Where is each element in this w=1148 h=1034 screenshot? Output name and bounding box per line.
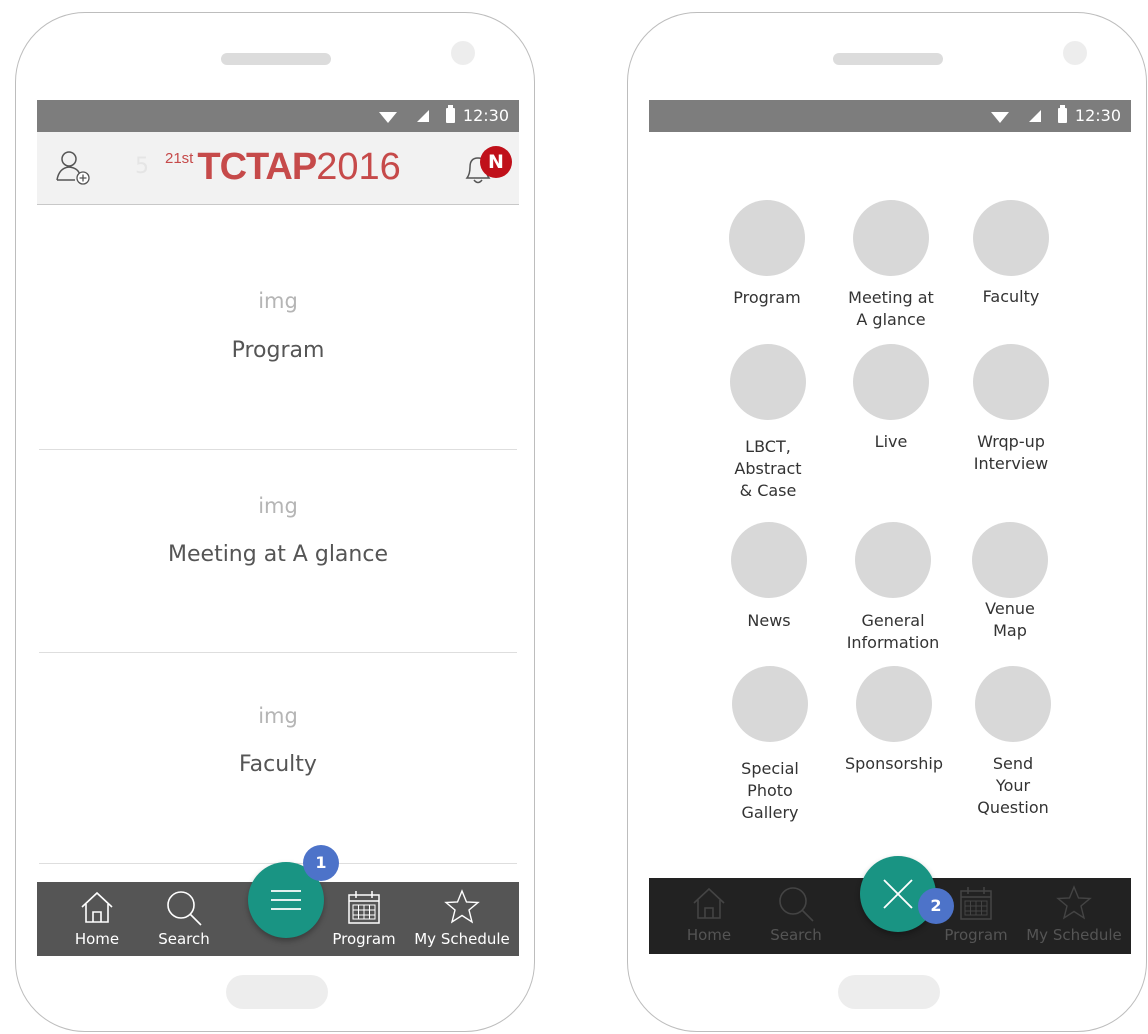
menu-item-label: Wrqp-up Interview [973,432,1049,473]
menu-item-send-your-question[interactable]: Send Your Question [948,666,1078,817]
calendar-icon [960,887,992,920]
star-icon [444,889,480,924]
menu-item-label: Sponsorship [844,754,944,773]
menu-item-icon [855,522,931,598]
nav-home[interactable]: Home [47,882,147,956]
nav-label: Search [770,926,822,944]
card-meeting-at-a-glance[interactable]: img Meeting at A glance [39,450,517,653]
phone-speaker [221,53,331,65]
signal-icon [1029,110,1041,122]
search-icon [779,887,814,922]
menu-item-icon [856,666,932,742]
menu-item-label: Meeting at A glance [848,288,934,329]
menu-item-live[interactable]: Live [826,344,956,451]
menu-item-icon [853,200,929,276]
nav-label: Program [332,930,396,948]
menu-item-icon [973,200,1049,276]
menu-item-label: Program [733,288,801,307]
menu-item-label: LBCT, Abstract & Case [734,437,802,500]
menu-item-meeting-at-a-glance[interactable]: Meeting at A glance [826,200,956,329]
logo-ordinal: 21st [165,150,194,167]
nav-program[interactable]: Program [314,882,414,956]
card-program[interactable]: img Program [39,205,517,450]
status-time: 12:30 [1074,106,1121,125]
nav-label: My Schedule [1026,926,1122,944]
home-screen: 12:30 5 21st TCTAP2016 N img Program img… [37,100,519,956]
nav-home: Home [659,878,759,952]
menu-item-wrap-up-interview[interactable]: Wrqp-up Interview [946,344,1076,473]
card-image-placeholder: img [258,289,298,313]
logo-year: 2016 [316,146,401,188]
app-header: 5 21st TCTAP2016 N [37,132,519,205]
menu-item-icon [730,344,806,420]
star-icon [1056,885,1092,920]
card-label: Meeting at A glance [168,542,388,567]
menu-item-icon [853,344,929,420]
menu-item-special-photo-gallery[interactable]: Special Photo Gallery [705,666,835,822]
nav-label: Search [158,930,210,948]
card-label: Program [231,338,325,363]
nav-my-schedule: My Schedule [1021,878,1127,952]
menu-item-label: Venue Map [985,599,1035,640]
phone-camera [451,41,475,65]
signal-icon [417,110,429,122]
menu-item-icon [731,522,807,598]
menu-item-label: Send Your Question [977,754,1049,817]
step-badge: 2 [918,888,954,924]
notification-badge: N [480,146,512,178]
menu-item-label: Live [874,432,908,451]
menu-item-label: News [747,611,791,630]
nav-label: Home [74,930,120,948]
status-bar: 12:30 [37,100,519,132]
card-image-placeholder: img [258,704,298,728]
menu-item-sponsorship[interactable]: Sponsorship [829,666,959,773]
battery-icon [446,105,455,123]
phone-home-button[interactable] [838,975,940,1009]
nav-label: My Schedule [414,930,510,948]
menu-item-label: Faculty [982,287,1040,306]
menu-item-icon [975,666,1051,742]
battery-icon [1058,105,1067,123]
step-badge: 1 [303,845,339,881]
nav-my-schedule[interactable]: My Schedule [409,882,515,956]
menu-screen: 12:30 Program Meeting at A glance Facult… [649,100,1131,956]
app-logo: 21st TCTAP2016 [165,146,401,189]
nav-label: Home [686,926,732,944]
card-faculty[interactable]: img Faculty [39,653,517,864]
home-icon [81,891,113,923]
phone-home-button[interactable] [226,975,328,1009]
wifi-icon [991,112,1009,123]
logo-faint-mark: 5 [135,154,149,179]
menu-item-general-information[interactable]: General Information [828,522,958,652]
menu-item-icon [973,344,1049,420]
nav-search: Search [746,878,846,952]
logo-name: TCTAP [197,146,317,188]
menu-item-news[interactable]: News [704,522,834,630]
phone-frame-menu: 12:30 Program Meeting at A glance Facult… [627,12,1147,1032]
menu-item-icon [732,666,808,742]
home-icon [693,887,725,919]
nav-search[interactable]: Search [134,882,234,956]
phone-speaker [833,53,943,65]
search-icon [167,891,202,926]
phone-frame-home: 12:30 5 21st TCTAP2016 N img Program img… [15,12,535,1032]
menu-item-icon [972,522,1048,598]
menu-item-faculty[interactable]: Faculty [946,200,1076,306]
calendar-icon [348,891,380,924]
status-bar: 12:30 [649,100,1131,132]
menu-item-label: General Information [846,611,940,652]
card-image-placeholder: img [258,494,298,518]
status-time: 12:30 [462,106,509,125]
menu-item-venue-map[interactable]: Venue Map [945,522,1075,640]
menu-item-label: Special Photo Gallery [741,759,799,822]
nav-label: Program [944,926,1008,944]
menu-item-lbct-abstract-case[interactable]: LBCT, Abstract & Case [703,344,833,500]
card-label: Faculty [239,752,317,777]
add-user-icon[interactable] [55,148,95,192]
menu-item-icon [729,200,805,276]
phone-camera [1063,41,1087,65]
wifi-icon [379,112,397,123]
menu-item-program[interactable]: Program [702,200,832,307]
